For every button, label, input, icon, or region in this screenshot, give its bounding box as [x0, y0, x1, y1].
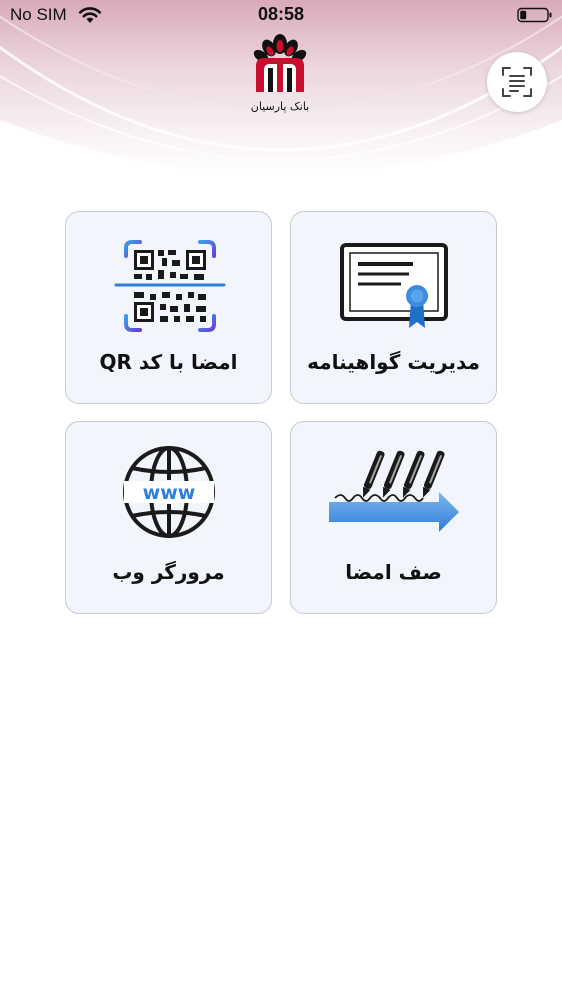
www-text: www [143, 482, 196, 504]
scan-document-button[interactable] [487, 52, 547, 112]
certificate-management-label: مدیریت گواهینامه [307, 350, 480, 374]
web-globe-icon: www [123, 446, 215, 538]
home-screen: No SIM 08:58 بانک پارسیان مدیریت گواهینا… [0, 0, 562, 1000]
qr-code-icon [114, 240, 226, 332]
battery-icon [517, 7, 552, 23]
sign-with-qr-label: امضا با کد QR [99, 350, 238, 374]
bank-parsian-logo: بانک پارسیان [251, 34, 310, 113]
web-browser-label: مرورگر وب [112, 560, 225, 584]
signing-queue-icon [329, 450, 459, 532]
logo-text: بانک پارسیان [251, 100, 310, 113]
signing-queue-label: صف امضا [345, 560, 442, 584]
document-scan-icon [502, 67, 532, 97]
sign-with-qr-tile[interactable]: امضا با کد QR [65, 211, 272, 404]
certificate-management-tile[interactable]: مدیریت گواهینامه [290, 211, 497, 404]
certificate-icon [340, 243, 448, 328]
clock-label: 08:58 [257, 4, 305, 24]
status-bar: No SIM 08:58 [0, 0, 562, 32]
signing-queue-tile[interactable]: صف امضا [290, 421, 497, 614]
web-browser-tile[interactable]: www مرورگر وب [65, 421, 272, 614]
